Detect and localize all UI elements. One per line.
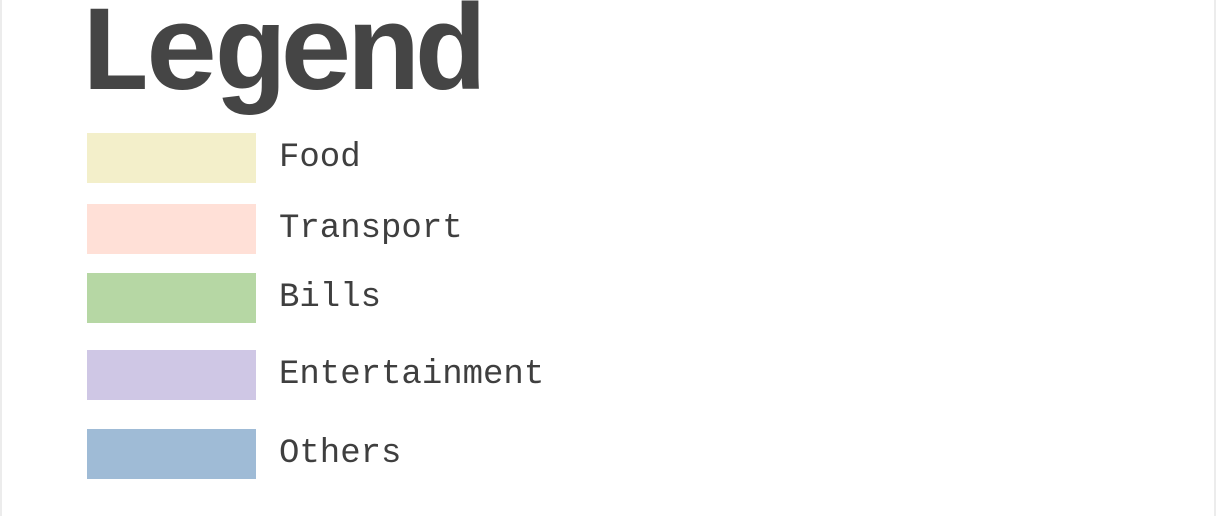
legend-item-bills: Bills — [87, 272, 381, 324]
legend-list: Food Transport Bills Entertainment Other… — [2, 0, 1218, 516]
color-swatch-entertainment — [87, 350, 256, 400]
legend-panel: Legend Food Transport Bills Entertainmen… — [0, 0, 1216, 516]
color-swatch-transport — [87, 204, 256, 254]
legend-item-food: Food — [87, 132, 361, 184]
color-swatch-food — [87, 133, 256, 183]
legend-item-transport: Transport — [87, 203, 463, 255]
color-swatch-others — [87, 429, 256, 479]
legend-label-food: Food — [279, 139, 361, 177]
color-swatch-bills — [87, 273, 256, 323]
legend-item-others: Others — [87, 428, 401, 480]
legend-label-others: Others — [279, 435, 402, 473]
legend-label-bills: Bills — [279, 279, 382, 317]
legend-label-entertainment: Entertainment — [279, 356, 545, 394]
legend-item-entertainment: Entertainment — [87, 349, 544, 401]
legend-label-transport: Transport — [279, 210, 463, 248]
